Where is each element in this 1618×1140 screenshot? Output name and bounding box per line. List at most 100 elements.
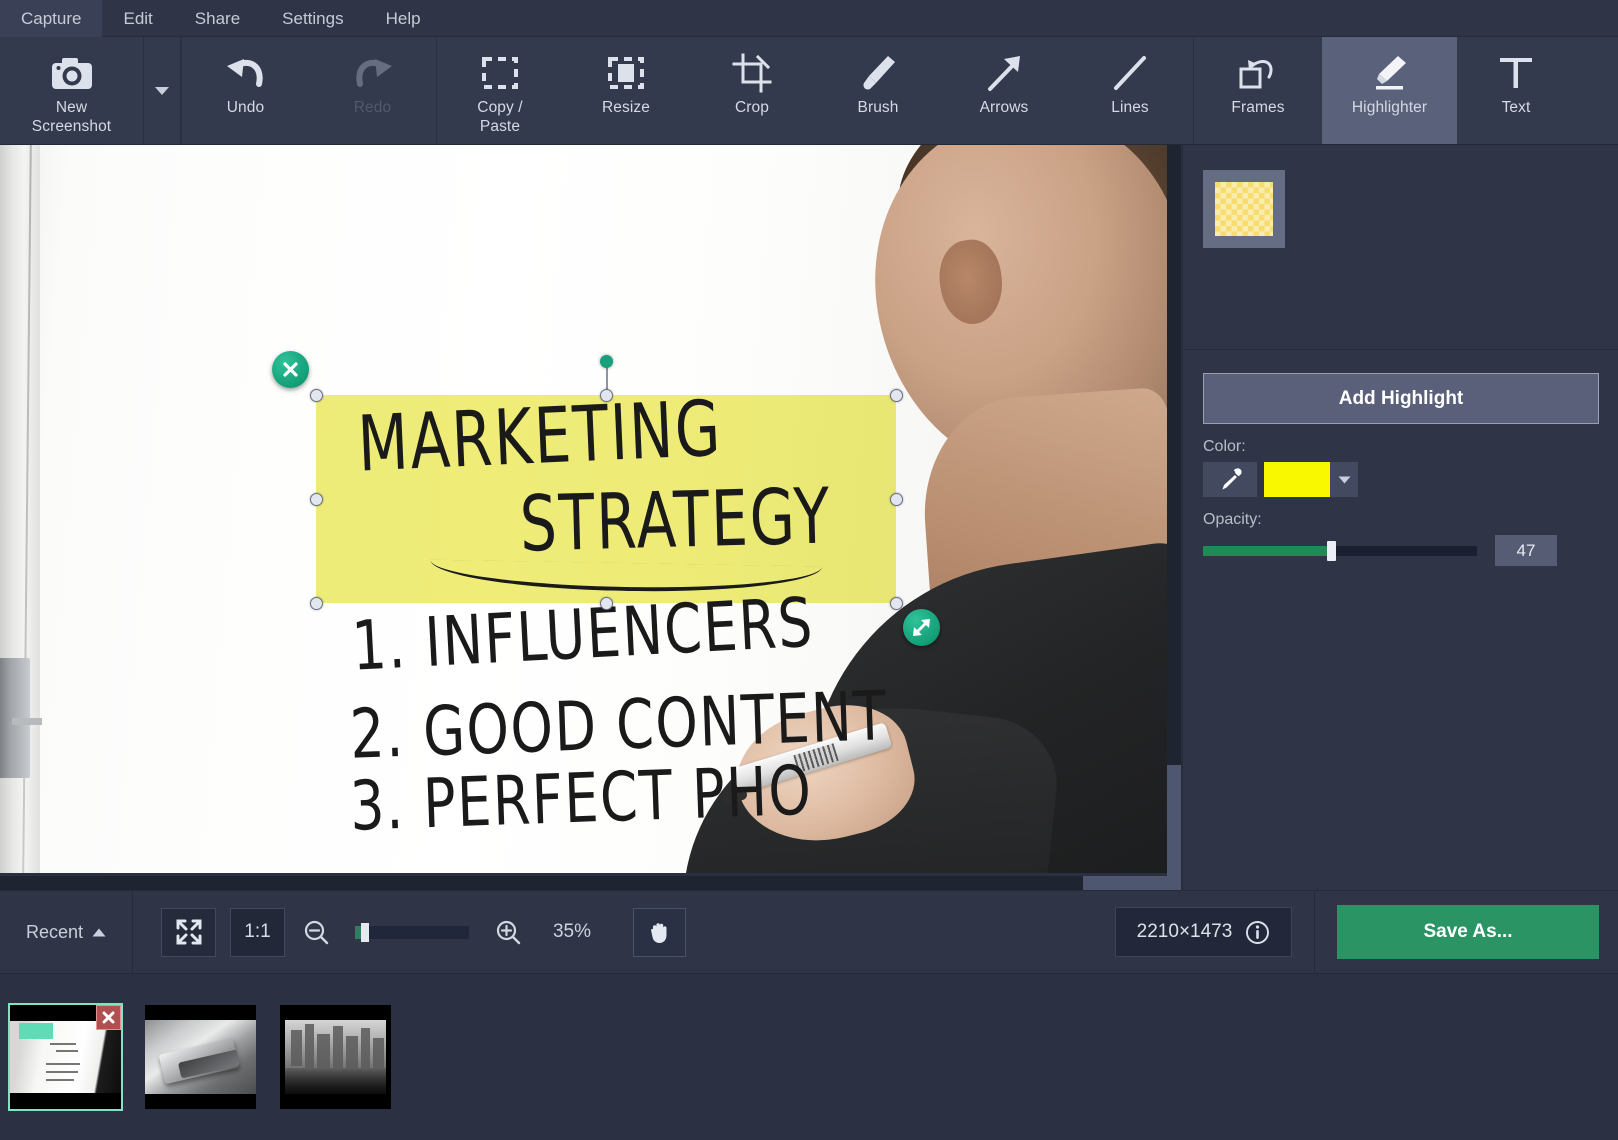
brush-button[interactable]: Brush (815, 37, 941, 144)
bottom-toolbar: Recent 1:1 (0, 890, 1618, 973)
opacity-slider[interactable] (1203, 546, 1477, 556)
fit-to-screen-button[interactable] (161, 908, 216, 957)
resize-handle-e[interactable] (890, 493, 903, 506)
opacity-slider-thumb[interactable] (1327, 541, 1336, 561)
highlight-style-swatch[interactable] (1203, 170, 1285, 248)
marquee-select-icon (473, 50, 527, 96)
toolbar-group-annotate: Frames Highlighter (1194, 37, 1575, 144)
frames-button[interactable]: Frames (1194, 37, 1322, 144)
chevron-down-icon (1338, 476, 1351, 484)
new-screenshot-button[interactable]: New Screenshot (0, 37, 143, 144)
text-button[interactable]: Text (1457, 37, 1575, 144)
recent-toggle-button[interactable]: Recent (0, 891, 133, 974)
thumbnail-device-image (145, 1005, 256, 1109)
arrow-diagonal-icon (977, 50, 1031, 96)
thumbnail-highlight-mark (19, 1023, 53, 1039)
resize-label: Resize (602, 98, 650, 117)
screenshot-image: MARKETING STRATEGY 1. INFLUENCERS 2. GOO… (0, 145, 1167, 873)
camera-icon (45, 50, 99, 96)
thumbnail-close-button[interactable] (96, 1005, 121, 1030)
arrows-button[interactable]: Arrows (941, 37, 1067, 144)
new-screenshot-label-line2: Screenshot (32, 117, 111, 136)
zoom-out-icon (303, 919, 329, 945)
canvas-vertical-scrollbar-thumb[interactable] (1167, 765, 1181, 890)
lines-button[interactable]: Lines (1067, 37, 1193, 144)
new-screenshot-dropdown-button[interactable] (143, 37, 181, 144)
add-highlight-button[interactable]: Add Highlight (1203, 373, 1599, 424)
menu-share[interactable]: Share (174, 0, 261, 37)
copy-paste-button[interactable]: Copy / Paste (437, 37, 563, 144)
eyedropper-button[interactable] (1203, 462, 1257, 497)
highlighter-options: Add Highlight Color: (1183, 351, 1618, 566)
tool-options-panel: Add Highlight Color: (1182, 145, 1618, 890)
zoom-level-value: 35% (539, 921, 605, 943)
canvas-horizontal-scrollbar[interactable] (0, 876, 1167, 890)
toolbar-group-capture: New Screenshot (0, 37, 182, 144)
zoom-in-icon (495, 919, 521, 945)
redo-label: Redo (354, 98, 391, 117)
menu-edit[interactable]: Edit (102, 0, 173, 37)
thumbnail-device[interactable] (145, 1005, 256, 1109)
save-as-button[interactable]: Save As... (1337, 905, 1599, 959)
text-t-icon (1489, 50, 1543, 96)
whiteboard-tray-bracket (12, 718, 42, 725)
undo-button[interactable]: Undo (182, 37, 309, 144)
opacity-controls-row: 47 (1203, 535, 1618, 566)
menu-help[interactable]: Help (365, 0, 442, 37)
resize-icon (599, 50, 653, 96)
new-screenshot-label-line1: New (56, 98, 87, 117)
resize-handle-s[interactable] (600, 597, 613, 610)
undo-arrow-icon (219, 50, 273, 96)
color-dropdown-button[interactable] (1330, 462, 1358, 497)
canvas-vertical-scrollbar[interactable] (1167, 145, 1181, 890)
info-circle-icon[interactable] (1245, 920, 1270, 945)
zoom-controls: 1:1 (161, 908, 686, 957)
pan-tool-button[interactable] (633, 908, 686, 957)
crop-button[interactable]: Crop (689, 37, 815, 144)
image-dimensions-box[interactable]: 2210×1473 (1115, 907, 1292, 957)
recent-label: Recent (26, 922, 83, 943)
resize-button[interactable]: Resize (563, 37, 689, 144)
menu-capture[interactable]: Capture (0, 0, 102, 37)
close-x-icon (281, 360, 300, 379)
whiteboard-item-3: 3. PERFECT PHO (349, 751, 814, 846)
opacity-label: Opacity: (1203, 511, 1618, 529)
thumbnail-cityscape[interactable] (280, 1005, 391, 1109)
thumbnail-cityscape-image (280, 1005, 391, 1109)
zoom-in-button[interactable] (491, 915, 525, 949)
menu-settings[interactable]: Settings (261, 0, 364, 37)
zoom-slider-thumb[interactable] (361, 923, 369, 942)
color-controls-row (1203, 462, 1618, 497)
thumbnail-whiteboard[interactable] (10, 1005, 121, 1109)
main-toolbar: New Screenshot Undo (0, 37, 1618, 145)
redo-button[interactable]: Redo (309, 37, 436, 144)
canvas-horizontal-scrollbar-thumb[interactable] (1083, 876, 1167, 890)
image-canvas[interactable]: MARKETING STRATEGY 1. INFLUENCERS 2. GOO… (0, 145, 1182, 890)
menu-bar: Capture Edit Share Settings Help (0, 0, 1618, 37)
highlighter-button[interactable]: Highlighter (1322, 37, 1457, 144)
zoom-slider[interactable] (355, 926, 469, 939)
opacity-slider-fill (1203, 546, 1331, 556)
recent-thumbnails-strip (0, 973, 1618, 1140)
resize-handle-ne[interactable] (890, 389, 903, 402)
resize-annotation-button[interactable] (903, 609, 940, 646)
opacity-value[interactable]: 47 (1495, 535, 1557, 566)
resize-handle-sw[interactable] (310, 597, 323, 610)
resize-handle-w[interactable] (310, 493, 323, 506)
whiteboard-title-line2: STRATEGY (519, 472, 833, 570)
color-swatch-button[interactable] (1264, 462, 1330, 497)
screenshot-editor-window: Capture Edit Share Settings Help New (0, 0, 1618, 1140)
color-label: Color: (1203, 438, 1618, 456)
actual-size-button[interactable]: 1:1 (230, 908, 285, 957)
resize-handle-se[interactable] (890, 597, 903, 610)
crop-icon (725, 50, 779, 96)
highlight-style-swatch-preview (1215, 182, 1273, 236)
resize-handle-nw[interactable] (310, 389, 323, 402)
close-annotation-button[interactable] (272, 351, 309, 388)
resize-handle-n[interactable] (600, 389, 613, 402)
brush-label: Brush (858, 98, 899, 117)
zoom-out-button[interactable] (299, 915, 333, 949)
line-icon (1103, 50, 1157, 96)
fit-to-screen-icon (174, 917, 204, 947)
rotate-handle-icon[interactable] (600, 355, 613, 368)
